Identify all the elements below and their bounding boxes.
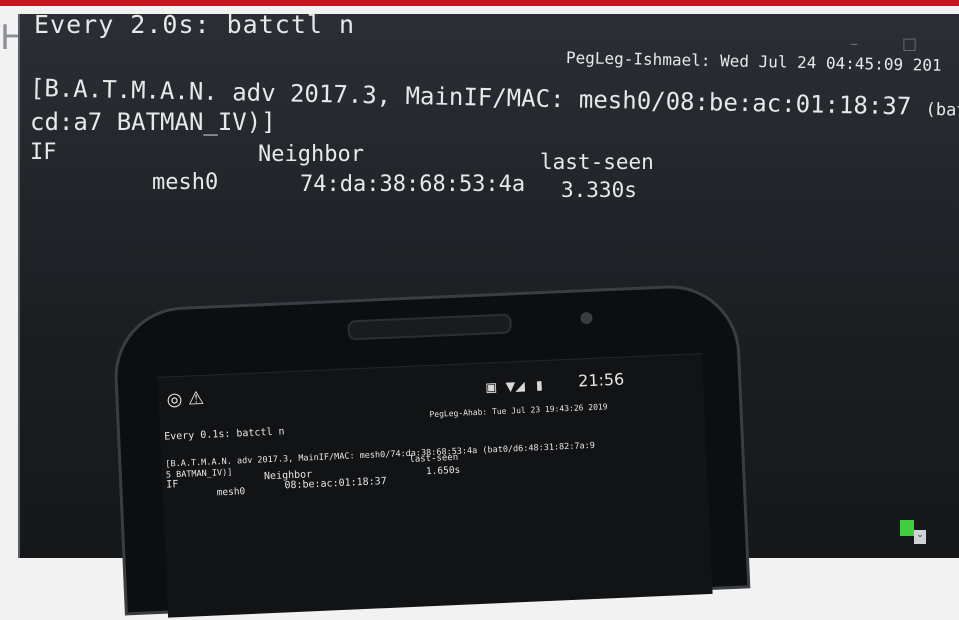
top-accent-bar (0, 0, 959, 6)
maximize-icon[interactable]: □ (902, 34, 917, 53)
phone-batman-info: [B.A.T.M.A.N. adv 2017.3, MainIF/MAC: me… (165, 440, 596, 470)
phone-camera (580, 311, 593, 325)
batman-info-line2: cd:a7 BATMAN_IV)] (30, 108, 276, 136)
phone-notification-icons: ◎ ⚠ (166, 387, 205, 411)
phone-host-timestamp: PegLeg-Ahab: Tue Jul 23 19:43:26 2019 (429, 402, 608, 420)
minimize-icon[interactable]: – (850, 34, 858, 53)
phone-row-interface: mesh0 (216, 486, 246, 499)
scroll-down-icon[interactable]: ⌄ (914, 530, 926, 544)
phone-screen: ◎ ⚠ ▣ ▼◢ ▮ 21:56 PegLeg-Ahab: Tue Jul 23… (157, 353, 713, 618)
watch-command: Every 2.0s: batctl n (34, 10, 356, 39)
host-timestamp: PegLeg-Ishmael: Wed Jul 24 04:45:09 201 (565, 48, 942, 75)
phone-header-last-seen: last-seen (409, 452, 459, 465)
phone-speaker (347, 313, 513, 341)
column-header-last-seen: last-seen (540, 150, 654, 174)
phone-clock: 21:56 (577, 369, 625, 391)
row-last-seen: 3.330s (561, 178, 637, 202)
column-header-if: IF (30, 140, 57, 165)
phone-watch-command: Every 0.1s: batctl n (163, 426, 285, 443)
phone-device: ◎ ⚠ ▣ ▼◢ ▮ 21:56 PegLeg-Ahab: Tue Jul 23… (111, 282, 751, 618)
phone-row-last-seen: 1.650s (425, 464, 461, 478)
phone-header-if: IF (166, 479, 179, 491)
batman-info-tail: (bat0/1a:99:51:3c: (925, 99, 959, 124)
row-interface: mesh0 (152, 170, 219, 195)
status-indicator (900, 520, 914, 536)
row-neighbor-mac: 74:da:38:68:53:4a (300, 172, 526, 197)
phone-status-icons: ▣ ▼◢ ▮ (485, 375, 545, 397)
column-header-neighbor: Neighbor (258, 142, 364, 167)
